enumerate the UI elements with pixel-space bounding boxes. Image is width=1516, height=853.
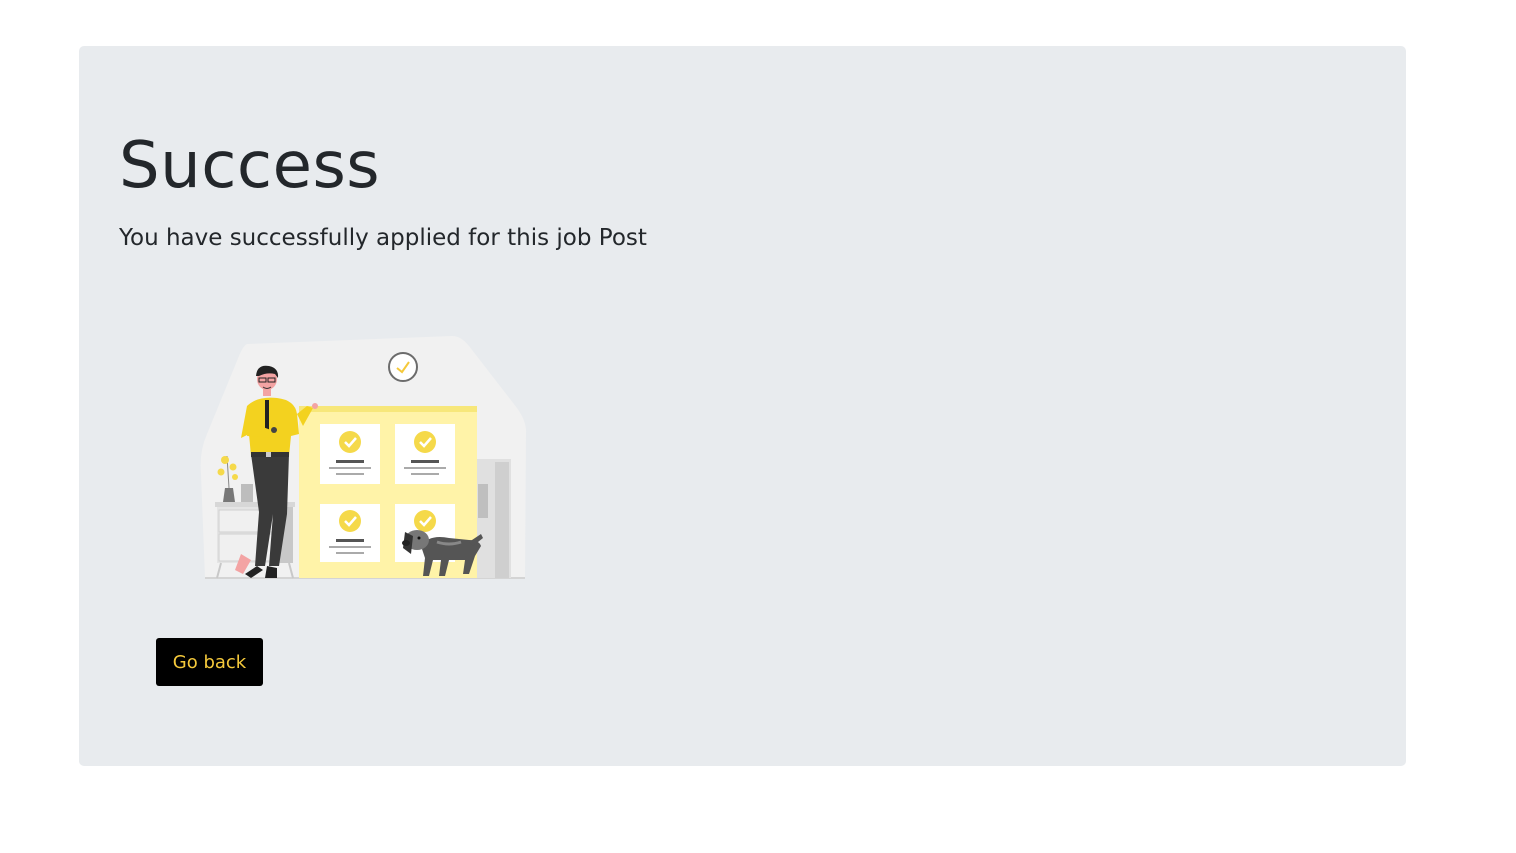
success-illustration-icon [200, 336, 527, 579]
page-title: Success [119, 129, 381, 203]
go-back-button[interactable]: Go back [156, 638, 263, 686]
success-card: Success You have successfully applied fo… [79, 46, 1406, 766]
success-message: You have successfully applied for this j… [119, 225, 647, 251]
